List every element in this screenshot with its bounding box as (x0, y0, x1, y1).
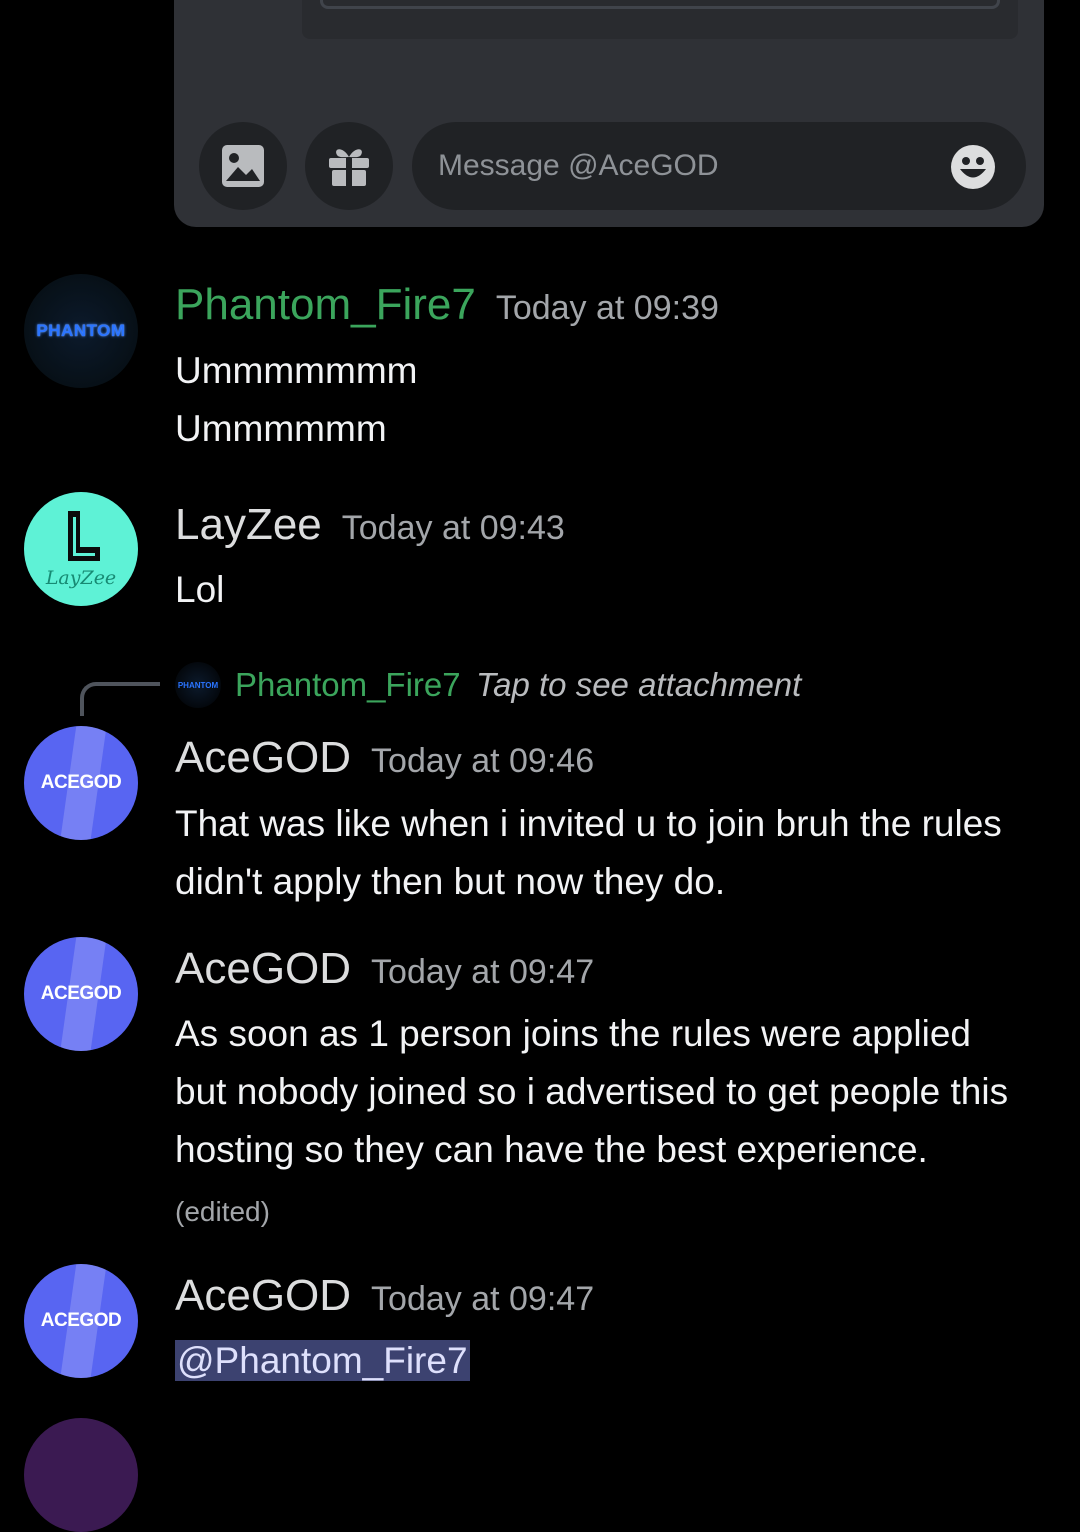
message-text: Ummmmmmm Ummmmmm (175, 342, 1060, 458)
message-line: As soon as 1 person joins the rules were… (175, 1013, 971, 1054)
message-text: That was like when i invited u to join b… (175, 795, 1060, 911)
message-header: AceGOD Today at 09:47 (175, 944, 594, 994)
reply-connector (80, 682, 160, 716)
timestamp: Today at 09:46 (371, 742, 595, 780)
layzee-logo-icon (68, 511, 100, 561)
message-input-placeholder: Message @AceGOD (438, 149, 719, 182)
message-line: Ummmmmmm (175, 350, 418, 391)
reply-preview-text[interactable]: Tap to see attachment (476, 666, 801, 704)
user-mention[interactable]: @Phantom_Fire7 (175, 1340, 470, 1381)
reply-username[interactable]: Phantom_Fire7 (235, 666, 461, 704)
avatar[interactable]: ACEGOD (24, 1264, 138, 1378)
username[interactable]: Phantom_Fire7 (175, 280, 476, 330)
avatar[interactable] (24, 1418, 138, 1532)
username[interactable]: AceGOD (175, 1271, 351, 1321)
attach-image-button[interactable] (199, 122, 287, 210)
gift-icon (329, 149, 369, 186)
gift-button[interactable] (305, 122, 393, 210)
message-header: AceGOD Today at 09:46 (175, 733, 594, 783)
reply-avatar: PHANTOM (175, 662, 221, 708)
avatar-label: LayZee (45, 567, 117, 589)
message-line: hosting so they can have the best experi… (175, 1129, 928, 1170)
avatar-label: ACEGOD (40, 772, 122, 793)
timestamp: Today at 09:47 (371, 953, 595, 991)
timestamp: Today at 09:47 (371, 1280, 595, 1318)
embed-preview (302, 0, 1018, 39)
avatar-label: ACEGOD (40, 983, 122, 1004)
message-text: Lol (175, 561, 1060, 619)
message-line: Ummmmmm (175, 408, 387, 449)
composer-panel: Message @AceGOD (174, 0, 1044, 227)
message-header: Phantom_Fire7 Today at 09:39 (175, 280, 719, 330)
timestamp: Today at 09:39 (495, 289, 719, 327)
message-line: but nobody joined so i advertised to get… (175, 1071, 1009, 1112)
timestamp: Today at 09:43 (341, 509, 565, 547)
reply-avatar-label: PHANTOM (177, 680, 219, 690)
image-icon (222, 145, 264, 187)
message-line: Lol (175, 569, 225, 610)
username[interactable]: LayZee (175, 500, 322, 550)
username[interactable]: AceGOD (175, 733, 351, 783)
avatar[interactable]: LayZee (24, 492, 138, 606)
edited-label: (edited) (175, 1196, 270, 1227)
avatar-label: ACEGOD (40, 1310, 122, 1331)
username[interactable]: AceGOD (175, 944, 351, 994)
message-text: @Phantom_Fire7 (175, 1332, 1060, 1390)
avatar[interactable]: PHANTOM (24, 274, 138, 388)
avatar[interactable]: ACEGOD (24, 937, 138, 1051)
avatar-label: PHANTOM (36, 321, 126, 340)
embed-input-outline (320, 0, 1000, 9)
message-text: As soon as 1 person joins the rules were… (175, 1005, 1060, 1179)
message-input[interactable]: Message @AceGOD (412, 122, 1026, 210)
message-header: AceGOD Today at 09:47 (175, 1271, 594, 1321)
message-header: LayZee Today at 09:43 (175, 500, 565, 550)
message-line: didn't apply then but now they do. (175, 861, 726, 902)
message-line: That was like when i invited u to join b… (175, 803, 1002, 844)
avatar[interactable]: ACEGOD (24, 726, 138, 840)
emoji-icon[interactable] (950, 144, 996, 190)
